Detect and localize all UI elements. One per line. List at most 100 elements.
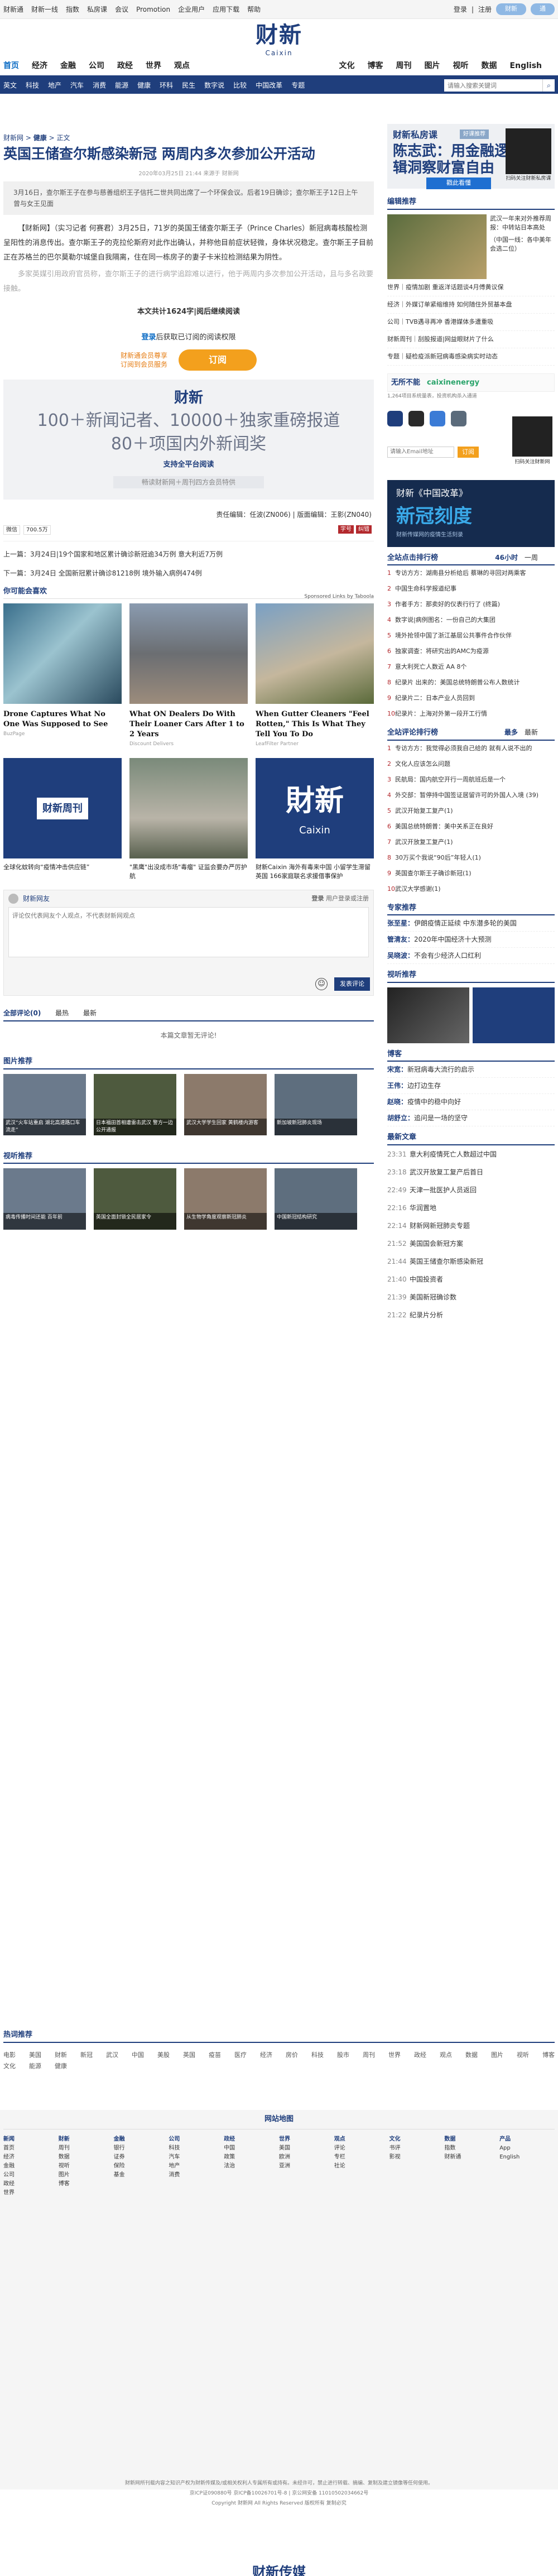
related-card[interactable]: 财新周刊 全球化蚊转向“疫情冲击供应链” [3,758,122,881]
rank-item[interactable]: 4 数字说|病例图名：一份自己的大集团 [387,612,555,628]
nav-item[interactable]: 公司 [89,60,104,75]
emoji-icon[interactable]: ☺ [315,977,328,990]
nav-item[interactable]: 周刊 [396,60,412,75]
hot-word[interactable]: 美股 [157,2051,170,2060]
expert-item[interactable]: 吴晓波：不会有少经济人口红利 [387,948,555,964]
rank-tab-48h[interactable]: 46小时 [495,554,518,562]
nav-item[interactable]: 金融 [60,60,76,75]
news-item[interactable]: 21:52 美国国会新冠方案 [387,1235,555,1253]
subnav-item[interactable]: 英文 [3,80,17,90]
comment-login-link[interactable]: 登录 [312,895,324,902]
rank-item[interactable]: 9 纪录片二：日本产业人员回到 [387,690,555,706]
caixin-pill[interactable]: 财新 [496,3,526,15]
subnav-item[interactable]: 地产 [48,80,61,90]
top-link[interactable]: 应用下载 [213,6,239,13]
media-card[interactable]: 武汉“火车站重启 湖北高速路口车流走” [3,1073,86,1135]
sitemap-link[interactable]: 社论 [334,2162,389,2171]
wechat-share-icon[interactable]: 微信 [3,525,20,535]
ad-button[interactable]: 戳此看懂 [426,178,491,189]
news-item[interactable]: 23:18 武汉开放复工复产后首日 [387,1163,555,1181]
video-thumb[interactable] [473,987,555,1043]
sitemap-link[interactable]: 美国 [279,2144,334,2153]
top-link[interactable]: 财新一线 [31,6,58,13]
android-icon[interactable] [430,410,446,426]
nav-item[interactable]: 经济 [32,60,47,75]
rank-item[interactable]: 8 纪录片 出来的：美国总统特朗普公布人数统计 [387,675,555,690]
subnav-item[interactable]: 环科 [160,80,173,90]
sitemap-link[interactable]: 数据 [59,2153,114,2162]
nav-item[interactable]: 博客 [368,60,383,75]
media-card[interactable]: 日本福田首相遭雷击武汉 警方一边公开通报 [94,1073,176,1135]
top-link[interactable]: 财新通 [3,6,23,13]
breadcrumb-home[interactable]: 财新网 [3,134,23,142]
paywall-login-link[interactable]: 登录 [141,333,156,342]
sitemap-column-head[interactable]: 观点 [334,2135,389,2144]
rank-item[interactable]: 7 武汉开放复工复产(1) [387,834,555,850]
email-subscribe-button[interactable]: 订阅 [458,446,479,458]
energy-ad[interactable]: 无所不能 caixinenergy [387,373,555,392]
rank2-tab-new[interactable]: 最新 [525,728,538,736]
sitemap-column-head[interactable]: 数据 [444,2135,499,2144]
sitemap-link[interactable]: 政策 [224,2153,279,2162]
top-link[interactable]: 企业用户 [178,6,205,13]
nav-item[interactable]: 图片 [425,60,440,75]
sitemap-link[interactable]: 周刊 [59,2144,114,2153]
hot-word[interactable]: 电影 [3,2051,16,2060]
nav-item[interactable]: 数据 [482,60,497,75]
hot-word[interactable]: 视听 [517,2051,529,2060]
next-article-link[interactable]: 下一篇：3月24日 全国新冠累计确诊81218例 境外输入病例474例 [3,564,374,583]
news-item[interactable]: 22:14 财新网新冠肺炎专题 [387,1217,555,1235]
news-item[interactable]: 22:49 天津一批医护人员返回 [387,1181,555,1199]
hot-word[interactable]: 图片 [491,2051,503,2060]
sitemap-column-head[interactable]: 世界 [279,2135,334,2144]
top-link[interactable]: 指数 [66,6,79,13]
rank-item[interactable]: 1 专访方方：我觉得必须我自己给的 就有人说不出的 [387,741,555,756]
subnav-item[interactable]: 科技 [26,80,39,90]
taboola-card[interactable]: Drone Captures What No One Was Supposed … [3,603,122,749]
sitemap-link[interactable]: 汽车 [169,2153,224,2162]
post-comment-button[interactable]: 发表评论 [334,977,370,991]
sitemap-link[interactable]: 银行 [114,2144,169,2153]
hot-word[interactable]: 武汉 [106,2051,118,2060]
nav-item[interactable]: 观点 [174,60,190,75]
login-link[interactable]: 登录 [454,4,467,15]
search-icon[interactable]: ⌕ [542,79,555,92]
sitemap-link[interactable]: 指数 [444,2144,499,2153]
rank-item[interactable]: 2 中国生命科学报道纪事 [387,581,555,597]
caixin-logo[interactable]: 财新 Caixin [246,22,312,58]
sitemap-link[interactable]: 证券 [114,2153,169,2162]
hot-word[interactable]: 经济 [260,2051,272,2060]
video-thumb[interactable] [387,987,469,1043]
prev-article-link[interactable]: 上一篇：3月24日|19个国家和地区累计确诊新冠逾34万例 意大利近7万例 [3,545,374,564]
sitemap-column-head[interactable]: 财新 [59,2135,114,2144]
rank-tab-week[interactable]: 一周 [525,554,538,562]
media-card[interactable]: 从生物学角度观察新冠肺炎 [184,1168,267,1230]
rank-item[interactable]: 6 独家调查：将研究出的AMC为疫源 [387,644,555,659]
media-card[interactable]: 英国全面封锁全民居家令 [94,1168,176,1230]
hot-word[interactable]: 能源 [29,2062,41,2071]
media-card[interactable]: 武汉大学学生回家 黄鹤楼内游客 [184,1073,267,1135]
hot-word[interactable]: 健康 [55,2062,67,2071]
nav-item[interactable]: English [510,60,542,75]
top-link[interactable]: 会议 [115,6,128,13]
news-item[interactable]: 21:39 美国新冠确诊数 [387,1288,555,1306]
sitemap-link[interactable]: 欧洲 [279,2153,334,2162]
hot-word[interactable]: 财新 [55,2051,67,2060]
news-item[interactable]: 23:31 意大利疫情死亡人数超过中国 [387,1145,555,1163]
comment-register-link[interactable]: 用户登录或注册 [326,895,369,902]
hot-word[interactable]: 中国 [132,2051,144,2060]
taboola-card[interactable]: What ON Dealers Do With Their Loaner Car… [129,603,248,749]
apple-icon[interactable] [408,410,425,426]
font-size-button[interactable]: 字号 [338,525,354,534]
rank-item[interactable]: 9 英国查尔斯王子确诊新冠(1) [387,866,555,881]
sitemap-column-head[interactable]: 政经 [224,2135,279,2144]
hot-word[interactable]: 政经 [414,2051,426,2060]
expert-item[interactable]: 管清友：2020年中国经济十大预测 [387,932,555,948]
hot-word[interactable]: 世界 [388,2051,401,2060]
sitemap-column-head[interactable]: 新闻 [3,2135,59,2144]
sitemap-link[interactable]: 视听 [59,2162,114,2171]
sitemap-link[interactable]: 地产 [169,2162,224,2171]
blog-item[interactable]: 胡舒立：追问是一场的坚守 [387,1110,555,1126]
top-link[interactable]: 私房课 [87,6,107,13]
rank-item[interactable]: 6 美国总统特朗普：美中关系正在良好 [387,819,555,834]
